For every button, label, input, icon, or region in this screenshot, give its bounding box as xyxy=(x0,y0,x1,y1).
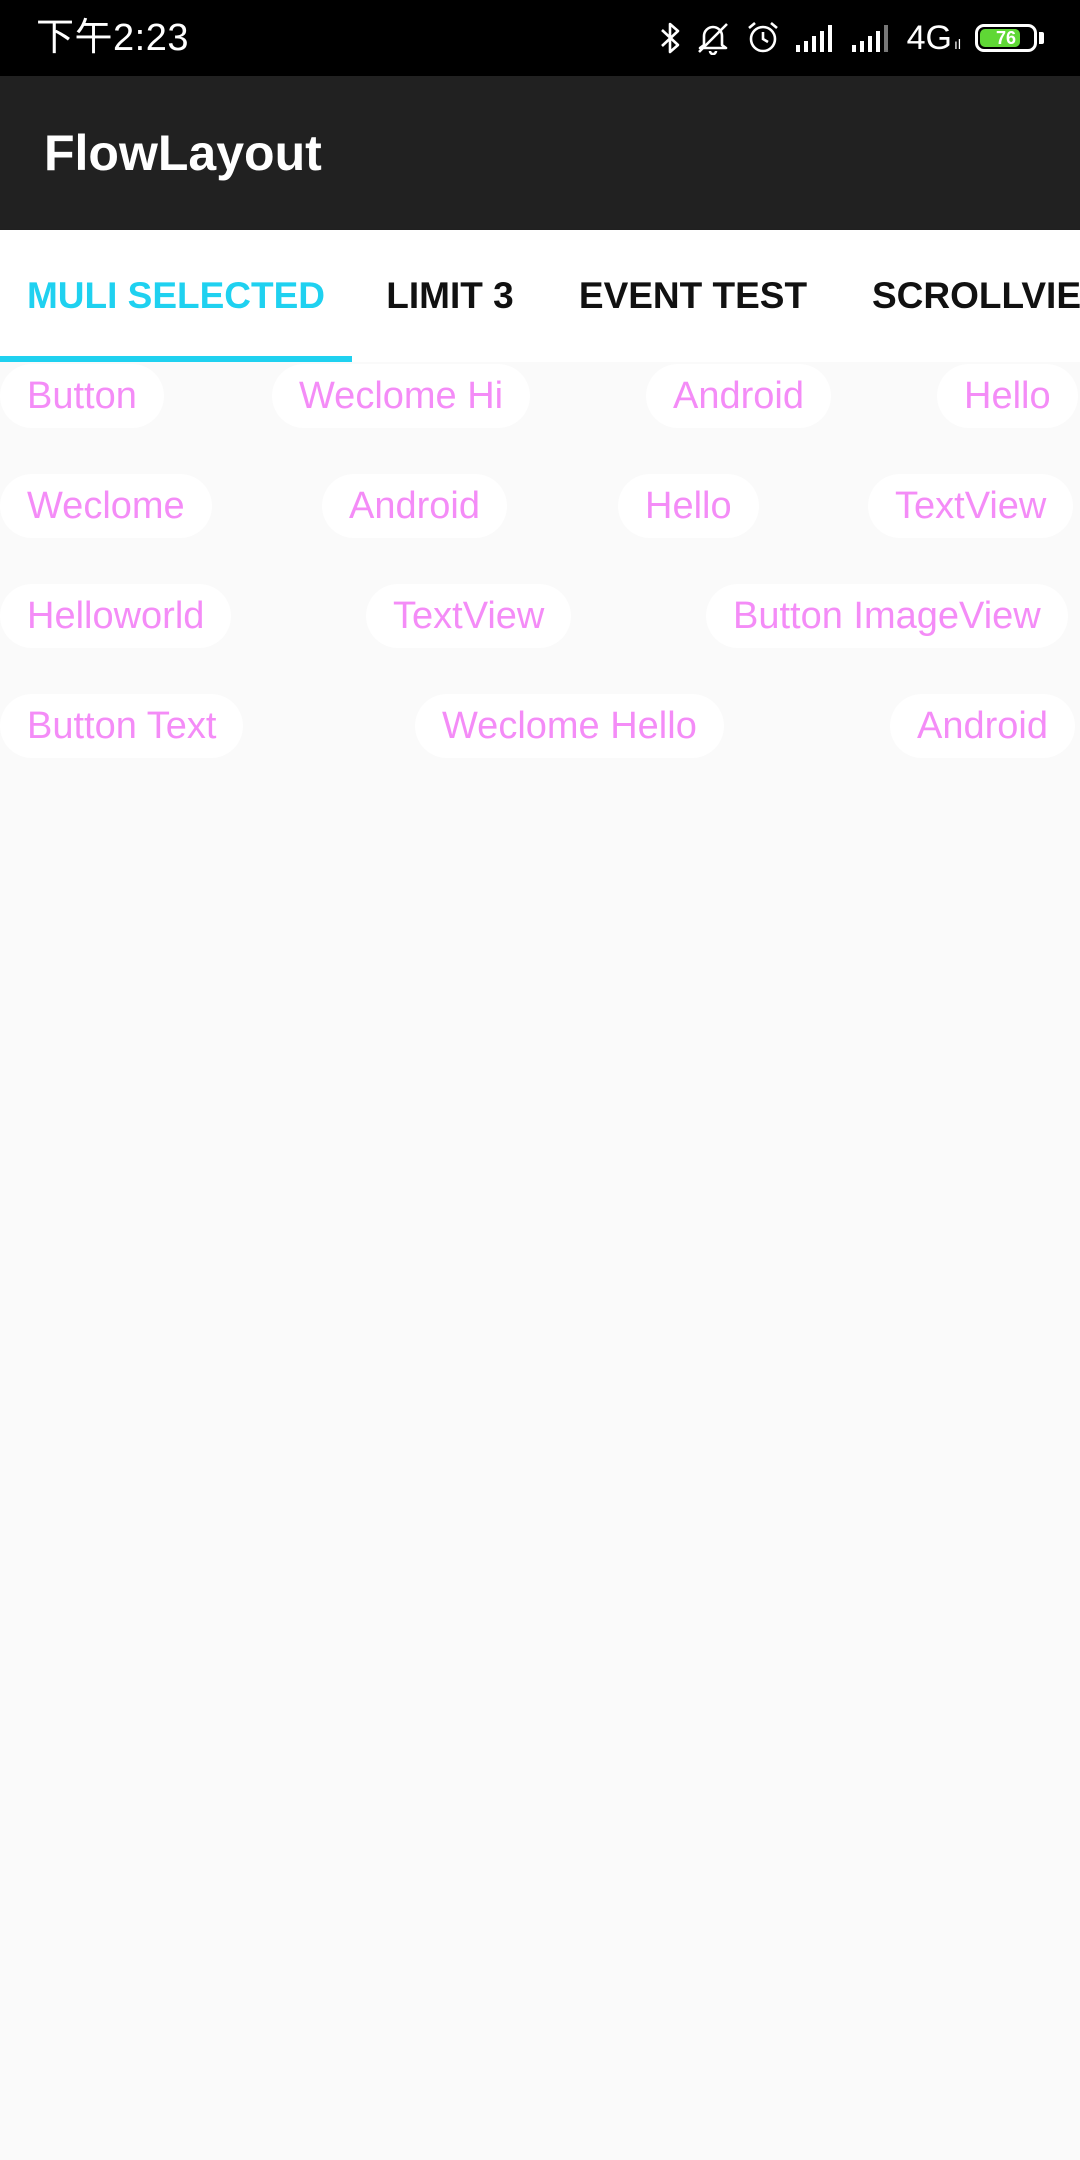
app-title: FlowLayout xyxy=(44,125,322,181)
status-icons: 4G ıl 76 xyxy=(659,0,1044,76)
network-type-label: 4G ıl xyxy=(907,19,961,58)
signal-icon xyxy=(795,23,837,53)
tag-chip[interactable]: TextView xyxy=(366,584,572,648)
tab-muli-selected[interactable]: MULI SELECTED xyxy=(0,230,352,362)
status-time: 下午2:23 xyxy=(36,17,189,59)
tag-chip[interactable]: Weclome xyxy=(0,474,212,538)
tab-limit-3[interactable]: LIMIT 3 xyxy=(352,230,548,362)
tag-chip[interactable]: Weclome Hi xyxy=(272,364,531,428)
tag-chip[interactable]: Hello xyxy=(937,364,1078,428)
tag-chip[interactable]: Android xyxy=(890,694,1075,758)
tag-chip[interactable]: Button ImageView xyxy=(706,584,1068,648)
app-toolbar: FlowLayout xyxy=(0,76,1080,230)
tab-bar: MULI SELECTED LIMIT 3 EVENT TEST SCROLLV… xyxy=(0,230,1080,362)
battery-level: 76 xyxy=(995,27,1017,48)
flow-layout: Button Weclome Hi Android Hello Weclome … xyxy=(0,362,1080,2160)
network-type-text: 4G xyxy=(906,18,952,57)
status-bar: 下午2:23 4G ıl 76 xyxy=(0,0,1080,76)
battery-cap xyxy=(1039,32,1044,44)
tag-chip[interactable]: Helloworld xyxy=(0,584,232,648)
battery-icon: 76 xyxy=(975,24,1037,52)
alarm-icon xyxy=(745,20,781,56)
tab-event-test[interactable]: EVENT TEST xyxy=(548,230,838,362)
tag-chip[interactable]: Button xyxy=(0,364,164,428)
tag-chip[interactable]: Android xyxy=(322,474,507,538)
tab-scrollview[interactable]: SCROLLVIEW xyxy=(838,230,1080,362)
tag-chip[interactable]: TextView xyxy=(868,474,1074,538)
signal-icon xyxy=(851,23,893,53)
tag-chip[interactable]: Android xyxy=(646,364,831,428)
network-activity-indicator: ıl xyxy=(954,35,961,52)
tag-chip[interactable]: Button Text xyxy=(0,694,244,758)
mute-bell-icon xyxy=(695,21,731,55)
tag-chip[interactable]: Weclome Hello xyxy=(415,694,724,758)
bluetooth-icon xyxy=(659,21,681,55)
tag-chip[interactable]: Hello xyxy=(618,474,759,538)
